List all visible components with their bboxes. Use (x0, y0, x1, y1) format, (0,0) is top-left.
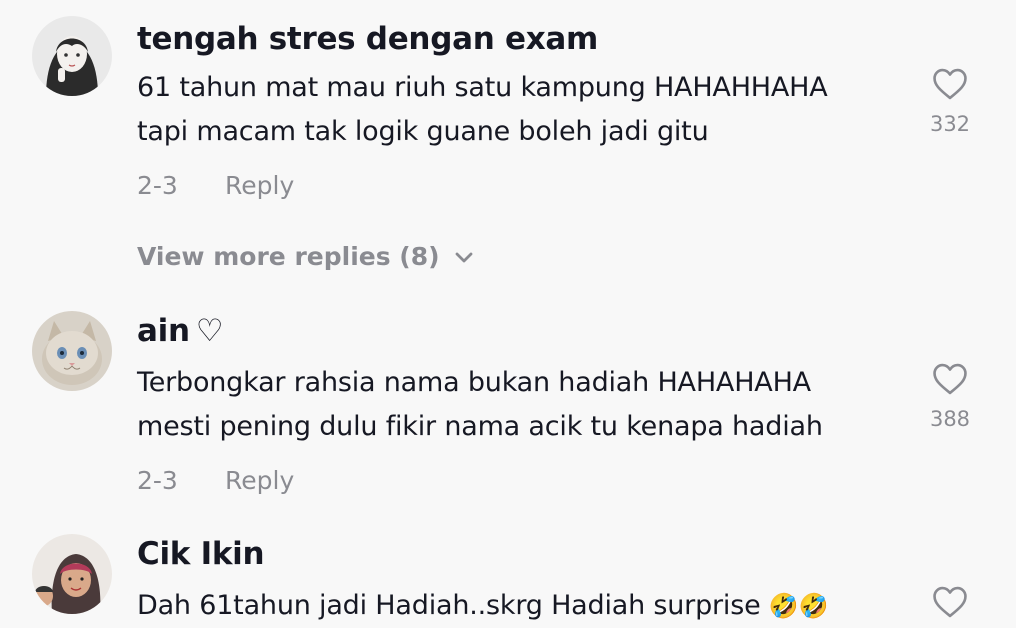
avatar[interactable] (32, 311, 112, 391)
heart-outline-icon (933, 586, 967, 618)
avatar-image (32, 16, 112, 96)
view-more-replies-button[interactable]: View more replies (8) (137, 242, 474, 271)
username[interactable]: Cik Ikin (137, 536, 265, 572)
comment-text: Dah 61tahun jadi Hadiah..skrg Hadiah sur… (137, 590, 761, 621)
comment-text-line: 61 tahun mat mau riuh satu kampung HAHAH… (137, 72, 828, 103)
heart-outline-icon (933, 68, 967, 100)
like-count: 332 (929, 112, 971, 136)
comment-meta: 2-3 Reply (137, 171, 294, 200)
avatar-image (32, 534, 112, 614)
heart-outline-icon (933, 363, 967, 395)
comment-text-line: Terbongkar rahsia nama bukan hadiah HAHA… (137, 367, 811, 398)
chevron-down-icon (455, 252, 472, 263)
username[interactable]: tengah stres dengan exam (137, 21, 598, 57)
avatar-image (32, 311, 112, 391)
heart-glyph: ♡ (195, 313, 224, 349)
comment-date: 2-3 (137, 171, 178, 200)
avatar[interactable] (32, 534, 112, 614)
like-button[interactable]: 388 (926, 362, 974, 431)
rofl-emoji: 🤣🤣 (768, 592, 829, 620)
reply-button[interactable]: Reply (225, 171, 294, 200)
username-text: ain (137, 313, 190, 349)
comment-meta: 2-3 Reply (137, 466, 294, 495)
comment-date: 2-3 (137, 466, 178, 495)
username[interactable]: ain ♡ (137, 313, 224, 349)
like-button[interactable] (926, 585, 974, 619)
avatar[interactable] (32, 16, 112, 96)
comment-item: tengah stres dengan exam 61 tahun mat ma… (0, 0, 1016, 290)
like-count: 388 (929, 407, 971, 431)
comment-text-line: Dah 61tahun jadi Hadiah..skrg Hadiah sur… (137, 584, 828, 628)
view-more-replies-label: View more replies (8) (137, 242, 440, 271)
like-button[interactable]: 332 (926, 67, 974, 136)
reply-button[interactable]: Reply (225, 466, 294, 495)
comment-text-line: tapi macam tak logik guane boleh jadi gi… (137, 116, 709, 147)
comment-text-line: mesti pening dulu fikir nama acik tu ken… (137, 411, 823, 442)
